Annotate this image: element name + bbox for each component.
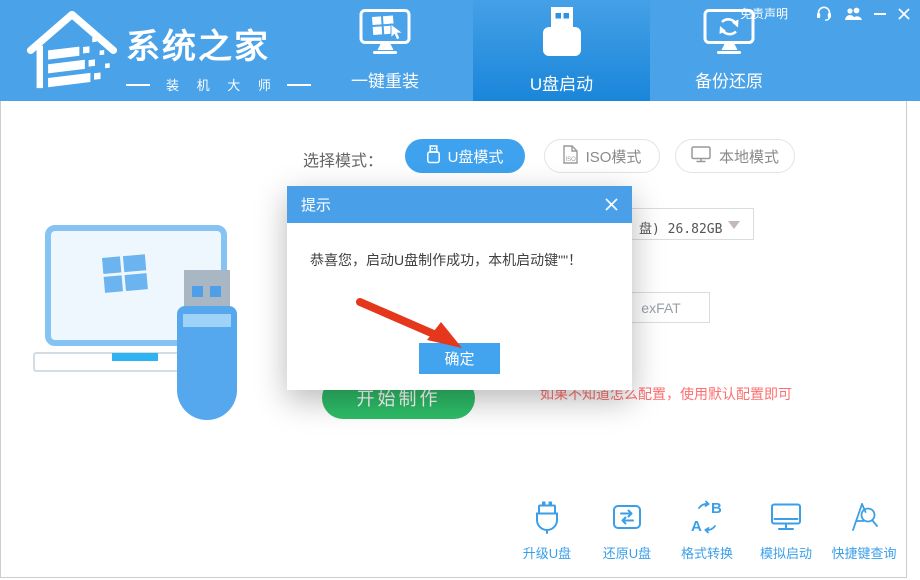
mode-iso-label: ISO模式 — [586, 146, 642, 167]
app-logo: 系统之家 装 机 大 师 — [26, 5, 311, 98]
svg-text:ISO: ISO — [565, 157, 576, 163]
iso-file-icon: ISO — [563, 145, 578, 168]
tip-dialog-message: 恭喜您，启动U盘制作成功，本机启动键""！ — [310, 250, 632, 270]
dash-right — [287, 84, 311, 86]
monitor-icon — [691, 146, 711, 167]
window-border-bottom — [0, 577, 907, 578]
format-convert-icon: A B — [690, 500, 724, 537]
tool-upgrade-usb[interactable]: 升级U盘 — [502, 500, 592, 562]
app-header: 系统之家 装 机 大 师 一键重装 — [0, 0, 920, 101]
tip-dialog-title: 提示 — [301, 194, 331, 215]
tab-backup-restore-label: 备份还原 — [695, 67, 763, 92]
tool-simulate-boot[interactable]: 模拟启动 — [741, 500, 831, 562]
usb-drive-icon — [538, 6, 586, 63]
minimize-icon[interactable] — [874, 13, 886, 15]
tab-reinstall-label: 一键重装 — [351, 67, 419, 92]
mode-usb-button[interactable]: U盘模式 — [405, 139, 525, 173]
customer-service-icon[interactable] — [816, 6, 832, 21]
usb-upgrade-icon — [530, 500, 564, 537]
tool-hotkey-query[interactable]: 快捷键查询 — [819, 500, 909, 562]
dialog-close-icon[interactable] — [605, 198, 618, 211]
tool-upgrade-usb-label: 升级U盘 — [523, 543, 571, 562]
usb-plug-icon — [427, 145, 440, 168]
chevron-down-icon — [728, 221, 740, 229]
tool-restore-usb[interactable]: 还原U盘 — [582, 500, 672, 562]
simulate-boot-icon — [769, 500, 803, 537]
laptop-usb-illustration — [32, 220, 257, 430]
tool-hotkey-query-label: 快捷键查询 — [831, 543, 896, 562]
tool-format-convert-label: 格式转换 — [681, 543, 733, 562]
mode-select-label: 选择模式： — [303, 147, 383, 171]
tab-usb-boot[interactable]: U盘启动 — [473, 0, 650, 101]
mode-local-label: 本地模式 — [719, 146, 779, 167]
dialog-ok-label: 确定 — [444, 348, 474, 369]
mode-usb-label: U盘模式 — [448, 146, 504, 167]
reinstall-monitor-icon — [357, 9, 413, 60]
disclaimer-link[interactable]: 免责声明 — [740, 5, 788, 22]
user-group-icon[interactable] — [844, 7, 862, 21]
logo-subtitle: 装 机 大 师 — [126, 75, 311, 94]
tab-usb-boot-label: U盘启动 — [530, 70, 593, 95]
dialog-ok-button[interactable]: 确定 — [419, 343, 500, 374]
device-select-value: 盘) 26.82GB — [639, 218, 722, 237]
hotkey-search-icon — [847, 500, 881, 537]
format-exfat-label: exFAT — [641, 300, 680, 316]
window-border-left — [0, 101, 1, 578]
tip-dialog-titlebar: 提示 — [287, 186, 632, 223]
titlebar-controls: 免责声明 — [740, 5, 910, 22]
dash-left — [126, 84, 150, 86]
tab-reinstall[interactable]: 一键重装 — [329, 0, 441, 101]
logo-title: 系统之家 — [126, 19, 311, 68]
house-logo-icon — [26, 5, 118, 98]
tip-dialog: 提示 恭喜您，启动U盘制作成功，本机启动键""！ 确定 — [287, 186, 632, 390]
tool-format-convert[interactable]: A B 格式转换 — [662, 500, 752, 562]
tool-restore-usb-label: 还原U盘 — [603, 543, 651, 562]
mode-local-button[interactable]: 本地模式 — [675, 139, 795, 173]
svg-text:A: A — [691, 518, 702, 534]
usb-restore-icon — [610, 500, 644, 537]
mode-iso-button[interactable]: ISO ISO模式 — [544, 139, 660, 173]
svg-text:B: B — [711, 500, 722, 517]
tool-simulate-boot-label: 模拟启动 — [760, 543, 812, 562]
close-icon[interactable] — [898, 8, 910, 20]
